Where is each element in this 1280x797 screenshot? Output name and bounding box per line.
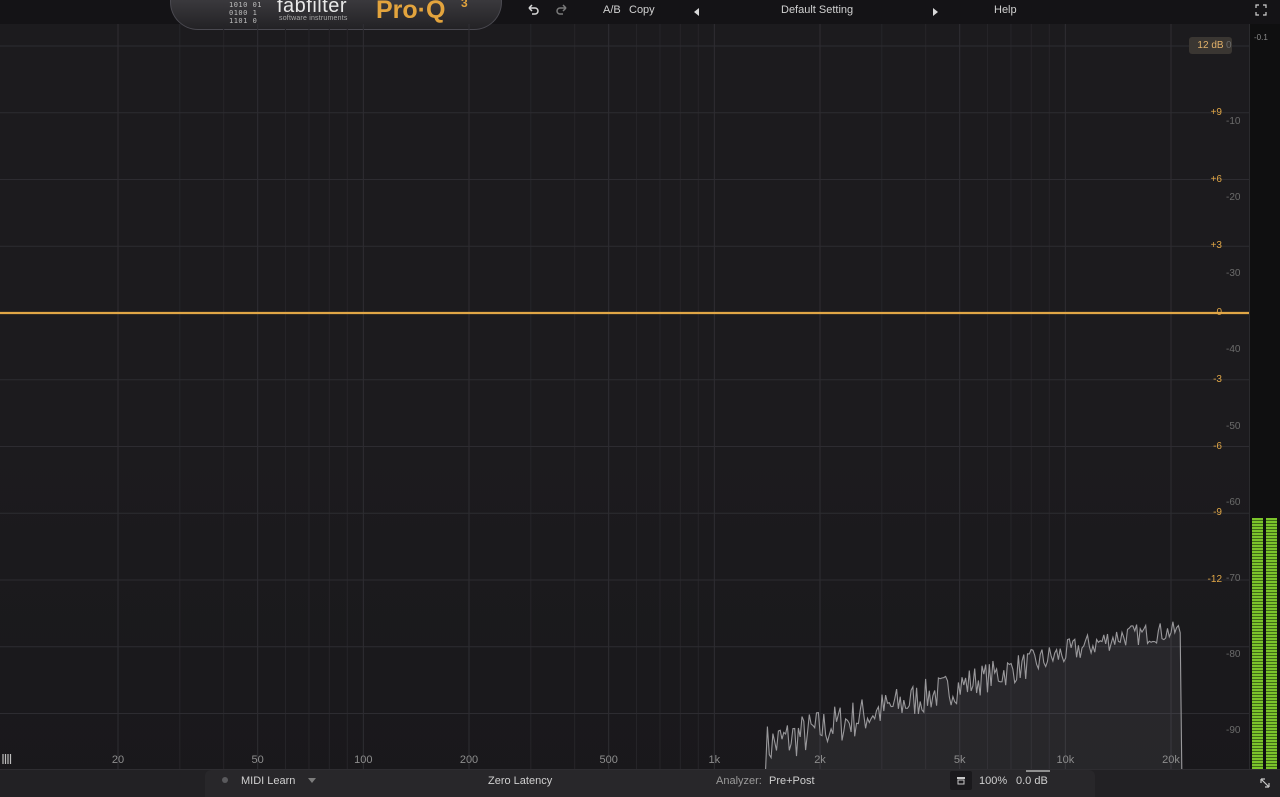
meter-bar-right [1266, 517, 1277, 769]
eq-gain-label: -6 [1213, 440, 1222, 452]
preset-name[interactable]: Default Setting [781, 4, 853, 16]
frequency-label: 10k [1056, 754, 1075, 766]
triangle-left-icon[interactable] [694, 8, 699, 16]
analyzer-db-label: -80 [1226, 648, 1241, 660]
zoom-level[interactable]: 100% [979, 775, 1007, 787]
frequency-label: 5k [953, 754, 966, 766]
output-level-meter [1249, 24, 1280, 769]
analyzer-db-label: -90 [1226, 725, 1241, 736]
meter-peak-readout[interactable]: -0.1 [1254, 33, 1268, 42]
eq-gain-label: +9 [1210, 106, 1222, 118]
piano-icon[interactable] [2, 752, 12, 770]
eq-gain-label: -12 [1207, 574, 1222, 585]
frequency-label: 500 [599, 754, 618, 766]
frequency-label: 100 [354, 754, 373, 766]
brand-tagline: software instruments [279, 15, 348, 22]
resize-icon[interactable] [1259, 776, 1271, 794]
frequency-label: 50 [251, 754, 264, 766]
latency-mode[interactable]: Zero Latency [488, 775, 552, 787]
spectrum-fill [765, 621, 1182, 769]
eq-gain-label: +6 [1210, 173, 1222, 185]
eq-graph-svg[interactable] [0, 24, 1250, 769]
output-icon [957, 777, 965, 785]
analyzer-db-label: -70 [1226, 572, 1241, 584]
product-version: 3 [461, 0, 468, 10]
frequency-label: 20k [1162, 754, 1180, 766]
output-gain[interactable]: 0.0 dB [1016, 775, 1048, 787]
help-button[interactable]: Help [994, 4, 1017, 16]
frequency-label: 20 [111, 754, 125, 766]
analyzer-mode[interactable]: Pre+Post [769, 775, 815, 787]
frequency-label: 1k [708, 754, 721, 766]
ab-button[interactable]: A/B [603, 4, 621, 16]
output-settings-button[interactable] [950, 771, 972, 790]
pro-q3-window: 1010 01 0100 1 1101 0 fabfilter software… [0, 0, 1280, 797]
analyzer-db-label: -50 [1226, 420, 1241, 432]
analyzer-db-label: -30 [1226, 268, 1241, 280]
output-gain-indicator [1026, 770, 1050, 772]
analyzer-label: Analyzer: [716, 775, 762, 787]
product-name: Pro·Q [376, 0, 446, 24]
analyzer-db-label: -20 [1226, 192, 1241, 204]
analyzer-db-label: -60 [1226, 496, 1241, 508]
analyzer-db-label: -10 [1226, 116, 1241, 128]
eq-gain-label: -9 [1213, 507, 1222, 519]
redo-icon[interactable] [555, 3, 569, 20]
eq-gain-label: +3 [1210, 240, 1222, 252]
undo-icon[interactable] [526, 3, 540, 20]
triangle-right-icon[interactable] [933, 8, 938, 16]
eq-gain-label: 0 [1216, 307, 1222, 318]
meter-bar-left [1252, 517, 1263, 769]
midi-learn-button[interactable]: MIDI Learn [241, 775, 295, 787]
analyzer-db-label: -40 [1226, 344, 1241, 356]
copy-button[interactable]: Copy [629, 4, 655, 16]
frequency-label: 2k [814, 754, 826, 766]
analyzer-db-label: 0 [1226, 40, 1232, 51]
eq-gain-label: -3 [1213, 373, 1222, 385]
midi-learn-led [222, 777, 228, 783]
frequency-label: 200 [459, 754, 479, 766]
fullscreen-icon[interactable] [1255, 4, 1267, 19]
eq-display[interactable] [0, 24, 1250, 769]
logo-binary-icon: 1010 01 0100 1 1101 0 [229, 1, 263, 25]
chevron-down-icon[interactable] [308, 778, 316, 783]
